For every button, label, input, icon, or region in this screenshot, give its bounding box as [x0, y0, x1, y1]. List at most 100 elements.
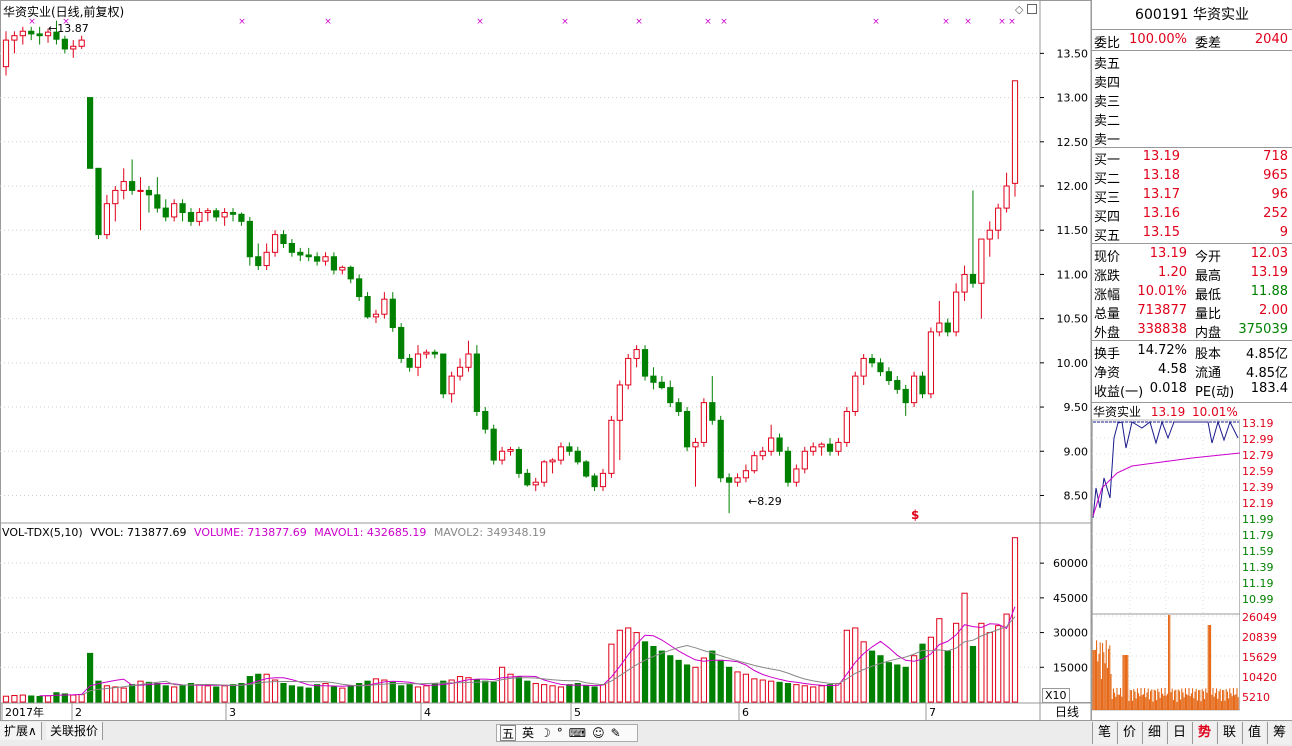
keyboard-icon[interactable]: ⌨: [569, 725, 586, 741]
volume-bar: [11, 695, 18, 703]
sell-row: 卖四: [1092, 71, 1292, 91]
moon-icon[interactable]: ☽: [540, 725, 551, 741]
x-axis-label: 3: [229, 706, 236, 719]
candle-body: [826, 443, 834, 452]
event-marker: ×: [720, 17, 728, 27]
mini-price-tick: 13.19: [1242, 418, 1274, 430]
mini-price-tick: 12.79: [1242, 449, 1274, 462]
candle-body: [709, 402, 716, 421]
candle-body: [843, 410, 850, 443]
volume-bar: [810, 686, 817, 703]
volume-indicator-legend: VOL-TDX(5,10) VVOL: 713877.69 VOLUME: 71…: [2, 526, 546, 539]
stat-label-2: 内盘: [1195, 326, 1222, 341]
sell-row: 卖二: [1092, 109, 1292, 129]
volume-bar: [574, 682, 581, 703]
volume-bar: [835, 682, 842, 703]
divider: [1092, 50, 1292, 51]
related-quotes-tab[interactable]: 关联报价: [46, 722, 104, 740]
right-tab-4[interactable]: 势: [1192, 722, 1216, 744]
volume-bar: [498, 666, 506, 703]
candle-body: [1011, 80, 1019, 184]
candle-body: [936, 322, 943, 333]
volume-bar: [297, 686, 304, 703]
volume-tick-label: 60000: [1053, 557, 1088, 570]
diamond-icon[interactable]: ◇: [1015, 3, 1023, 16]
stat-row: 现价 13.19 今开 12.03: [1092, 245, 1292, 265]
volume-bar: [894, 664, 901, 703]
dot-icon[interactable]: °: [557, 725, 563, 741]
stat-value-2: 11.88: [1250, 284, 1288, 299]
weibi-row: 委比 100.00% 委差 2040: [1092, 31, 1292, 51]
stat-label-2: 最高: [1195, 269, 1222, 284]
stat-value: 13.19: [1149, 246, 1187, 261]
candle-body: [885, 371, 892, 382]
user-icon[interactable]: ☺: [592, 725, 605, 741]
volume-bar: [599, 684, 607, 703]
volume-bar: [591, 686, 598, 703]
right-tab-6[interactable]: 值: [1242, 722, 1266, 744]
ime-english-button[interactable]: 英: [522, 725, 534, 741]
volume-bar: [557, 686, 565, 703]
candle-body: [583, 461, 590, 477]
mini-chart-title: 华资实业: [1093, 405, 1142, 419]
candle-body: [818, 443, 825, 448]
volume-tick-label: 30000: [1053, 627, 1088, 640]
sell-label: 卖一: [1094, 133, 1121, 148]
volume-bar: [372, 678, 380, 703]
candle-body: [751, 455, 758, 472]
candle-body: [414, 353, 422, 368]
price-tick-label: 9.00: [1064, 445, 1089, 458]
ime-toolbar[interactable]: 五 英 ☽ ° ⌨ ☺ ✎: [496, 724, 638, 742]
volume-bar: [145, 681, 153, 703]
expand-tab[interactable]: 扩展∧: [0, 722, 42, 740]
candle-body: [549, 459, 556, 463]
candle-body: [448, 375, 455, 395]
candle-body: [717, 419, 724, 479]
volume-tick-label: 45000: [1053, 592, 1088, 605]
candle-body: [297, 251, 304, 256]
volume-bar: [347, 685, 354, 703]
chart-title: 华资实业(日线,前复权): [3, 5, 125, 19]
buy-volume: 252: [1263, 206, 1288, 221]
x-axis-label: 5: [574, 706, 581, 719]
right-tab-1[interactable]: 价: [1117, 722, 1141, 744]
volume-bar: [969, 645, 977, 703]
right-tab-2[interactable]: 细: [1142, 722, 1166, 744]
candle-body: [19, 30, 26, 37]
candle-body: [507, 448, 514, 452]
sell-row: 卖三: [1092, 90, 1292, 110]
candle-body: [524, 472, 531, 486]
mini-vol-tick: 5210: [1242, 691, 1270, 704]
volume-bar: [423, 685, 430, 703]
x-axis-label: 2017年: [5, 705, 44, 719]
intraday-mini-chart[interactable]: 13.19 12.99 12.79 12.59 12.39 12.19 11.99 11.79…: [1092, 418, 1292, 718]
volume-bar: [910, 655, 918, 703]
weicha-label: 委差: [1195, 36, 1222, 51]
candle-body: [877, 362, 884, 373]
candle-body: [221, 212, 228, 218]
event-marker: ×: [561, 17, 569, 27]
buy-row: 买二 13.18 965: [1092, 167, 1292, 187]
right-tab-0[interactable]: 笔: [1092, 722, 1116, 744]
right-tab-3[interactable]: 日: [1167, 722, 1191, 744]
period-label[interactable]: 日线: [1042, 702, 1092, 720]
wrench-icon[interactable]: ✎: [611, 725, 621, 741]
window-layout-icon[interactable]: [1027, 4, 1037, 14]
buy-label: 买五: [1094, 229, 1121, 244]
candle-body: [28, 30, 35, 35]
mavol2-value: MAVOL2: 349348.19: [433, 526, 547, 539]
stat-label: 总量: [1094, 307, 1121, 322]
price-tick-label: 10.50: [1057, 313, 1089, 326]
right-tab-5[interactable]: 联: [1217, 722, 1241, 744]
stat-value: 338838: [1137, 322, 1187, 337]
volume-bar: [398, 685, 405, 703]
buy-volume: 9: [1279, 225, 1288, 240]
volume-bar: [171, 686, 178, 703]
stat-value: 1.20: [1158, 265, 1187, 280]
volume-bar: [919, 643, 926, 703]
candle-body: [633, 349, 640, 359]
candle-body: [482, 410, 489, 430]
x10-toggle[interactable]: X10: [1042, 688, 1070, 703]
ime-five-button[interactable]: 五: [500, 725, 517, 741]
right-tab-7[interactable]: 筹: [1267, 722, 1291, 744]
